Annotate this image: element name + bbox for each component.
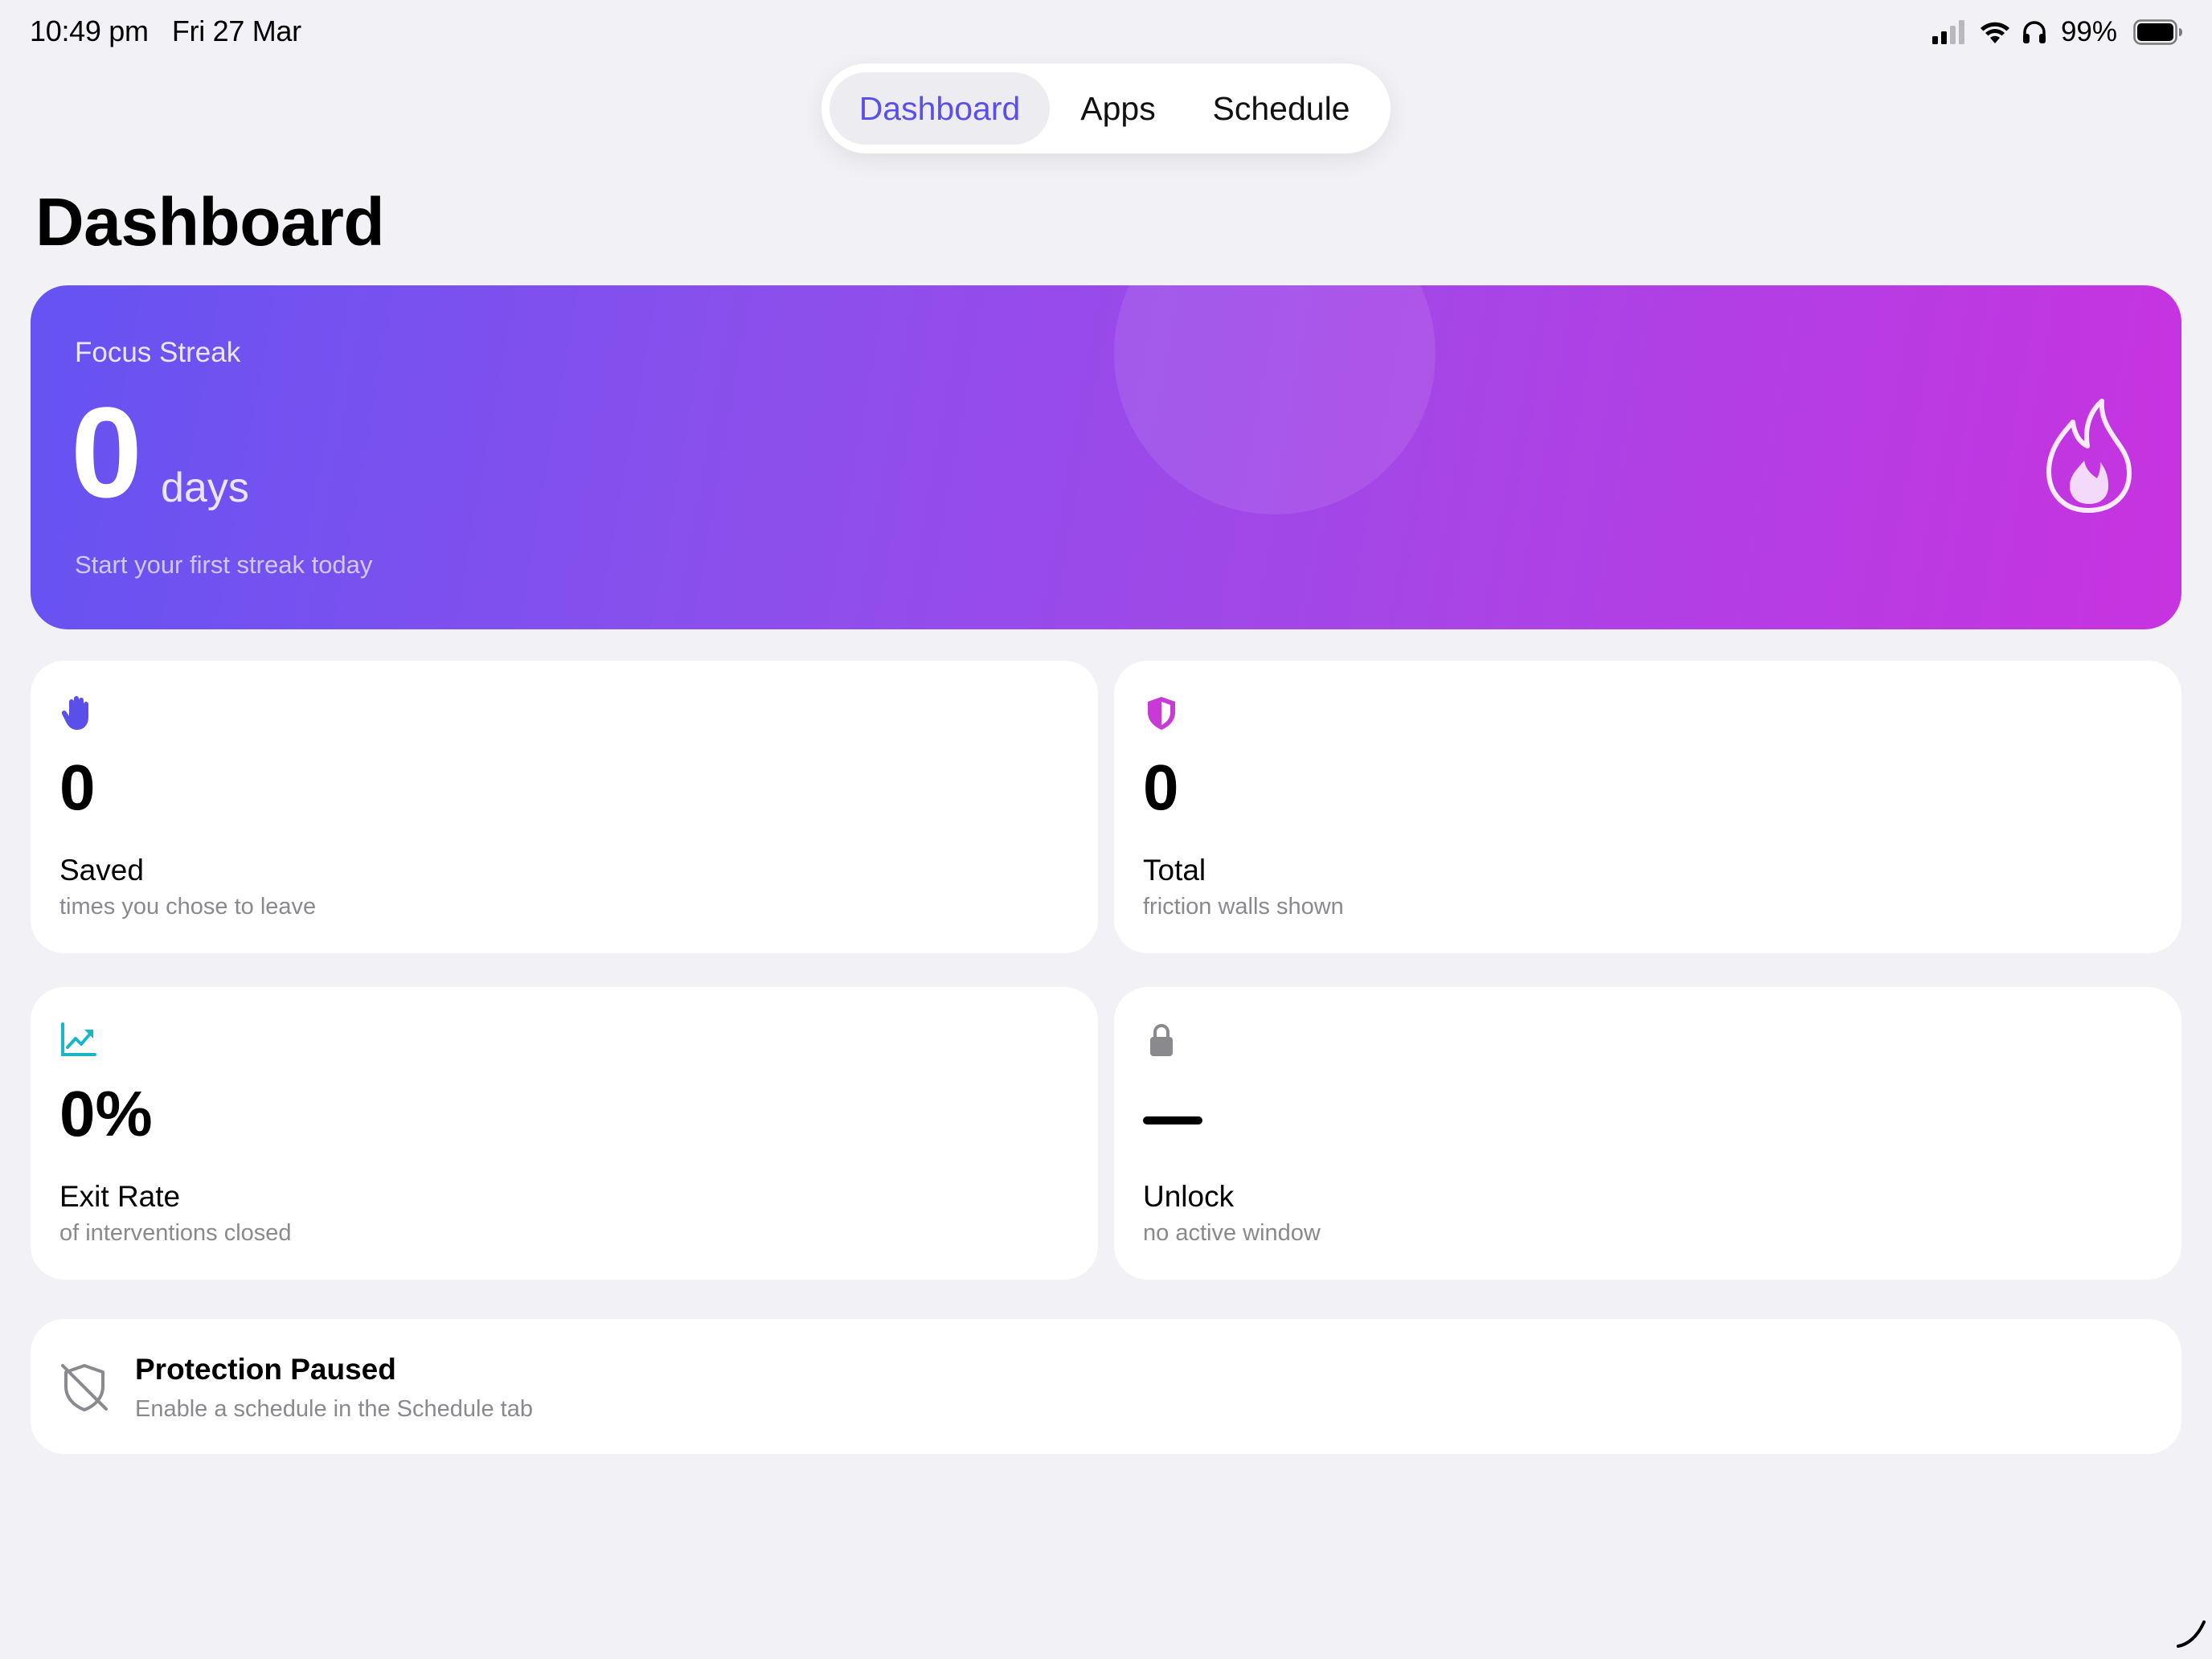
decorative-glow [1114, 285, 1436, 514]
status-indicators: 99% [1931, 16, 2183, 48]
total-subtitle: friction walls shown [1143, 894, 1344, 920]
exit-rate-stat-card: 0% Exit Rate of interventions closed [31, 987, 1098, 1280]
streak-label: Focus Streak [75, 337, 241, 368]
hand-raised-icon [61, 696, 88, 730]
total-value: 0 [1143, 752, 1179, 823]
lock-icon [1150, 1024, 1173, 1056]
exit-rate-subtitle: of interventions closed [59, 1220, 292, 1246]
chart-trend-up-icon [61, 1022, 96, 1056]
page-title: Dashboard [35, 184, 385, 260]
shield-half-icon [1148, 697, 1175, 730]
saved-title: Saved [59, 854, 144, 887]
shield-slash-icon [61, 1364, 108, 1411]
status-bar: 10:49 pm Fri 27 Mar 99% [0, 0, 2212, 64]
saved-stat-card: 0 Saved times you chose to leave [31, 661, 1098, 953]
tab-dashboard[interactable]: Dashboard [830, 72, 1050, 145]
unlock-stat-card: Unlock no active window [1114, 987, 2181, 1280]
segmented-tab-bar: Dashboard Apps Schedule [821, 63, 1391, 154]
dashboard-screen: 10:49 pm Fri 27 Mar 99% Dashboard Apps S… [0, 0, 2212, 1659]
saved-value: 0 [59, 752, 96, 823]
exit-rate-title: Exit Rate [59, 1180, 181, 1213]
protection-subtitle: Enable a schedule in the Schedule tab [135, 1396, 533, 1422]
status-time: 10:49 pm [30, 14, 149, 47]
protection-title: Protection Paused [135, 1353, 396, 1386]
streak-value: 0 [71, 380, 142, 524]
tab-schedule[interactable]: Schedule [1186, 72, 1376, 145]
unlock-title: Unlock [1143, 1180, 1235, 1213]
protection-status-card[interactable]: Protection Paused Enable a schedule in t… [31, 1319, 2181, 1454]
exit-rate-value: 0% [59, 1078, 153, 1149]
status-time-date: 10:49 pm Fri 27 Mar [30, 14, 301, 48]
scribble-handle-icon [2177, 1620, 2206, 1648]
battery-icon [2133, 19, 2182, 45]
focus-streak-card: Focus Streak 0 days Start your first str… [31, 285, 2181, 629]
status-date: Fri 27 Mar [171, 14, 301, 47]
total-title: Total [1143, 854, 1206, 887]
unlock-value-dash [1143, 1116, 1202, 1124]
flame-icon [2046, 399, 2132, 513]
headphones-icon [2022, 21, 2046, 43]
cellular-signal-icon [1931, 20, 1964, 44]
streak-unit: days [161, 465, 249, 511]
wifi-icon [1980, 22, 2009, 43]
battery-percent: 99% [2060, 16, 2117, 47]
saved-subtitle: times you chose to leave [59, 894, 317, 920]
total-stat-card: 0 Total friction walls shown [1114, 661, 2181, 953]
unlock-subtitle: no active window [1143, 1220, 1321, 1246]
tab-apps[interactable]: Apps [1050, 72, 1186, 145]
streak-subtitle: Start your first streak today [75, 551, 373, 579]
